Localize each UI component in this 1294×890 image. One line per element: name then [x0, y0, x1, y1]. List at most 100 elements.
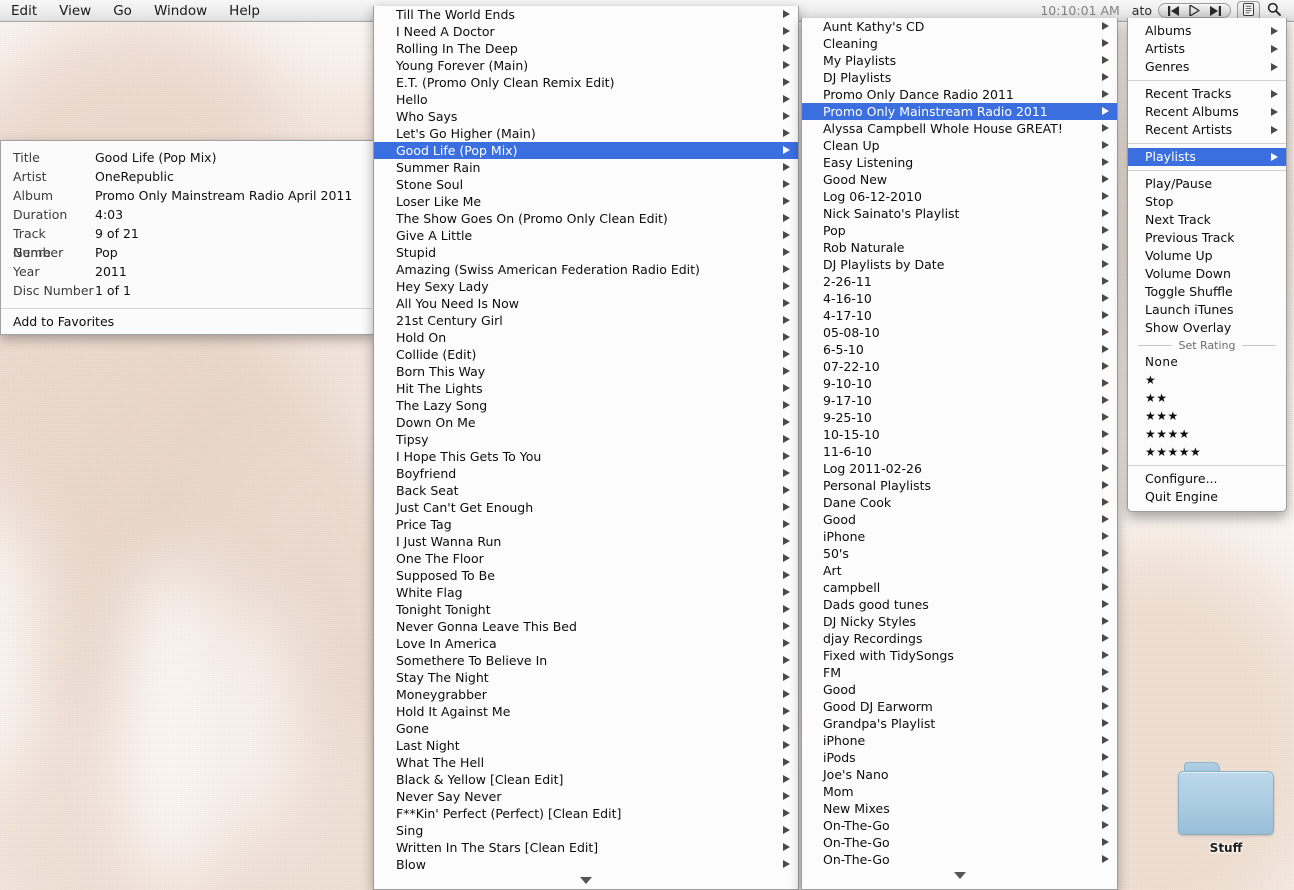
- track-item-somethere-to-believe-in[interactable]: Somethere To Believe In: [374, 652, 798, 669]
- playlist-item-log-2011-02-26[interactable]: Log 2011-02-26: [802, 460, 1117, 477]
- playlist-item-6-5-10[interactable]: 6-5-10: [802, 341, 1117, 358]
- playlist-item-promo-only-dance-radio-2011[interactable]: Promo Only Dance Radio 2011: [802, 86, 1117, 103]
- track-item-the-show-goes-on-promo-only-clean-edit[interactable]: The Show Goes On (Promo Only Clean Edit): [374, 210, 798, 227]
- playlist-item-mom[interactable]: Mom: [802, 783, 1117, 800]
- playlist-item-9-25-10[interactable]: 9-25-10: [802, 409, 1117, 426]
- track-item-tipsy[interactable]: Tipsy: [374, 431, 798, 448]
- root-item-recent-tracks[interactable]: Recent Tracks: [1128, 85, 1286, 103]
- playlist-item-djay-recordings[interactable]: djay Recordings: [802, 630, 1117, 647]
- track-item-boyfriend[interactable]: Boyfriend: [374, 465, 798, 482]
- playlist-item-dj-playlists[interactable]: DJ Playlists: [802, 69, 1117, 86]
- playlist-item-iphone[interactable]: iPhone: [802, 732, 1117, 749]
- track-item-who-says[interactable]: Who Says: [374, 108, 798, 125]
- playlist-item-clean-up[interactable]: Clean Up: [802, 137, 1117, 154]
- playlist-item-grandpa-s-playlist[interactable]: Grandpa's Playlist: [802, 715, 1117, 732]
- track-item-the-lazy-song[interactable]: The Lazy Song: [374, 397, 798, 414]
- playlist-item-4-16-10[interactable]: 4-16-10: [802, 290, 1117, 307]
- rating-item-none[interactable]: None: [1128, 353, 1286, 371]
- root-item-volume-down[interactable]: Volume Down: [1128, 265, 1286, 283]
- track-item-black-yellow-clean-edit[interactable]: Black & Yellow [Clean Edit]: [374, 771, 798, 788]
- track-item-amazing-swiss-american-federation-radio-edit[interactable]: Amazing (Swiss American Federation Radio…: [374, 261, 798, 278]
- root-item-recent-artists[interactable]: Recent Artists: [1128, 121, 1286, 139]
- playlist-item-fixed-with-tidysongs[interactable]: Fixed with TidySongs: [802, 647, 1117, 664]
- tracks-scroll-down-arrow[interactable]: [374, 873, 798, 888]
- playlist-item-07-22-10[interactable]: 07-22-10: [802, 358, 1117, 375]
- track-item-sing[interactable]: Sing: [374, 822, 798, 839]
- playlist-item-easy-listening[interactable]: Easy Listening: [802, 154, 1117, 171]
- track-item-just-can-t-get-enough[interactable]: Just Can't Get Enough: [374, 499, 798, 516]
- track-item-stone-soul[interactable]: Stone Soul: [374, 176, 798, 193]
- playlist-item-2-26-11[interactable]: 2-26-11: [802, 273, 1117, 290]
- track-item-love-in-america[interactable]: Love In America: [374, 635, 798, 652]
- playlist-item-rob-naturale[interactable]: Rob Naturale: [802, 239, 1117, 256]
- playlist-item-05-08-10[interactable]: 05-08-10: [802, 324, 1117, 341]
- root-item-toggle-shuffle[interactable]: Toggle Shuffle: [1128, 283, 1286, 301]
- root-item-quit-engine[interactable]: Quit Engine: [1128, 488, 1286, 506]
- track-item-never-gonna-leave-this-bed[interactable]: Never Gonna Leave This Bed: [374, 618, 798, 635]
- track-item-collide-edit[interactable]: Collide (Edit): [374, 346, 798, 363]
- playlist-item-iphone[interactable]: iPhone: [802, 528, 1117, 545]
- track-item-stupid[interactable]: Stupid: [374, 244, 798, 261]
- track-item-moneygrabber[interactable]: Moneygrabber: [374, 686, 798, 703]
- rating-item-item[interactable]: ★★: [1128, 389, 1286, 407]
- playlist-item-on-the-go[interactable]: On-The-Go: [802, 817, 1117, 834]
- track-item-rolling-in-the-deep[interactable]: Rolling In The Deep: [374, 40, 798, 57]
- track-item-f-kin-perfect-perfect-clean-edit[interactable]: F**Kin' Perfect (Perfect) [Clean Edit]: [374, 805, 798, 822]
- rating-item-item[interactable]: ★: [1128, 371, 1286, 389]
- playlist-item-dj-nicky-styles[interactable]: DJ Nicky Styles: [802, 613, 1117, 630]
- track-item-blow[interactable]: Blow: [374, 856, 798, 873]
- desktop-folder-stuff[interactable]: Stuff: [1170, 762, 1282, 855]
- rating-item-item[interactable]: ★★★★: [1128, 425, 1286, 443]
- track-item-hello[interactable]: Hello: [374, 91, 798, 108]
- playlist-item-dj-playlists-by-date[interactable]: DJ Playlists by Date: [802, 256, 1117, 273]
- track-item-e-t-promo-only-clean-remix-edit[interactable]: E.T. (Promo Only Clean Remix Edit): [374, 74, 798, 91]
- track-item-loser-like-me[interactable]: Loser Like Me: [374, 193, 798, 210]
- playlist-item-on-the-go[interactable]: On-The-Go: [802, 834, 1117, 851]
- track-item-good-life-pop-mix[interactable]: Good Life (Pop Mix): [374, 142, 798, 159]
- playlist-item-dads-good-tunes[interactable]: Dads good tunes: [802, 596, 1117, 613]
- track-item-young-forever-main[interactable]: Young Forever (Main): [374, 57, 798, 74]
- playlist-item-on-the-go[interactable]: On-The-Go: [802, 851, 1117, 868]
- root-item-artists[interactable]: Artists: [1128, 40, 1286, 58]
- track-item-what-the-hell[interactable]: What The Hell: [374, 754, 798, 771]
- track-item-i-just-wanna-run[interactable]: I Just Wanna Run: [374, 533, 798, 550]
- rating-item-item[interactable]: ★★★: [1128, 407, 1286, 425]
- track-item-i-need-a-doctor[interactable]: I Need A Doctor: [374, 23, 798, 40]
- track-item-hold-on[interactable]: Hold On: [374, 329, 798, 346]
- root-item-recent-albums[interactable]: Recent Albums: [1128, 103, 1286, 121]
- root-item-configure[interactable]: Configure...: [1128, 470, 1286, 488]
- root-item-launch-itunes[interactable]: Launch iTunes: [1128, 301, 1286, 319]
- track-item-stay-the-night[interactable]: Stay The Night: [374, 669, 798, 686]
- playlist-item-my-playlists[interactable]: My Playlists: [802, 52, 1117, 69]
- playlist-item-good[interactable]: Good: [802, 511, 1117, 528]
- root-item-play-pause[interactable]: Play/Pause: [1128, 175, 1286, 193]
- track-item-written-in-the-stars-clean-edit[interactable]: Written In The Stars [Clean Edit]: [374, 839, 798, 856]
- rating-item-item[interactable]: ★★★★★: [1128, 443, 1286, 461]
- playlist-item-art[interactable]: Art: [802, 562, 1117, 579]
- playlist-item-cleaning[interactable]: Cleaning: [802, 35, 1117, 52]
- add-to-favorites-item[interactable]: Add to Favorites: [1, 309, 374, 334]
- track-item-gone[interactable]: Gone: [374, 720, 798, 737]
- playlist-item-aunt-kathy-s-cd[interactable]: Aunt Kathy's CD: [802, 18, 1117, 35]
- playlists-scroll-down-arrow[interactable]: [802, 868, 1117, 883]
- root-item-volume-up[interactable]: Volume Up: [1128, 247, 1286, 265]
- track-item-till-the-world-ends[interactable]: Till The World Ends: [374, 6, 798, 23]
- playlist-item-9-10-10[interactable]: 9-10-10: [802, 375, 1117, 392]
- track-item-never-say-never[interactable]: Never Say Never: [374, 788, 798, 805]
- menubar-user[interactable]: ato: [1127, 3, 1154, 18]
- play-icon[interactable]: [1189, 5, 1200, 16]
- playlist-item-ipods[interactable]: iPods: [802, 749, 1117, 766]
- playlist-item-joe-s-nano[interactable]: Joe's Nano: [802, 766, 1117, 783]
- track-item-summer-rain[interactable]: Summer Rain: [374, 159, 798, 176]
- playlist-item-9-17-10[interactable]: 9-17-10: [802, 392, 1117, 409]
- track-item-supposed-to-be[interactable]: Supposed To Be: [374, 567, 798, 584]
- playlist-item-good-dj-earworm[interactable]: Good DJ Earworm: [802, 698, 1117, 715]
- track-item-hey-sexy-lady[interactable]: Hey Sexy Lady: [374, 278, 798, 295]
- playlist-item-nick-sainato-s-playlist[interactable]: Nick Sainato's Playlist: [802, 205, 1117, 222]
- track-item-hold-it-against-me[interactable]: Hold It Against Me: [374, 703, 798, 720]
- menubar-item-window[interactable]: Window: [143, 0, 218, 22]
- track-item-price-tag[interactable]: Price Tag: [374, 516, 798, 533]
- track-item-21st-century-girl[interactable]: 21st Century Girl: [374, 312, 798, 329]
- playlist-item-new-mixes[interactable]: New Mixes: [802, 800, 1117, 817]
- menubar-item-view[interactable]: View: [48, 0, 102, 22]
